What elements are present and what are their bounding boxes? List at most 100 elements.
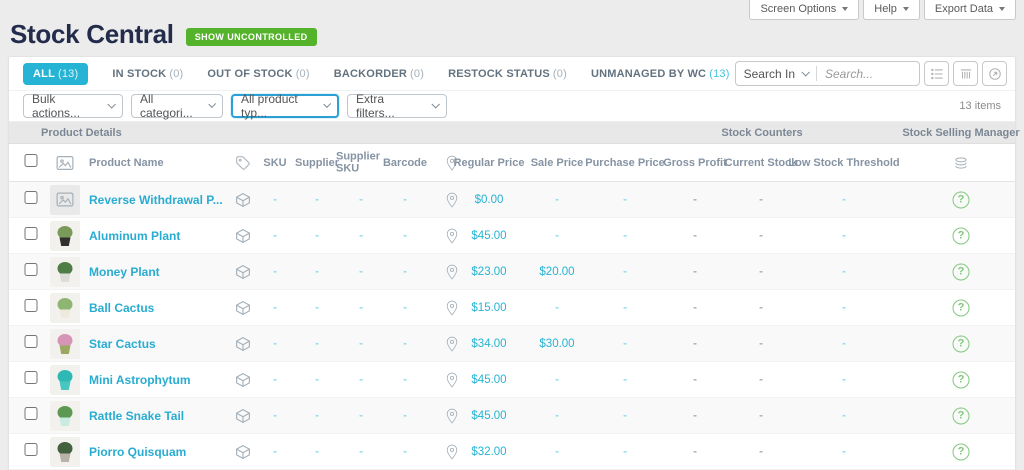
product-thumbnail[interactable] <box>50 437 80 467</box>
screen-options-button[interactable]: Screen Options <box>749 0 859 20</box>
cell-barcode[interactable]: - <box>403 230 407 242</box>
cell-supplier-sku[interactable]: - <box>359 194 363 206</box>
cell-regular-price[interactable]: $45.00 <box>471 230 506 242</box>
cell-current-stock[interactable]: - <box>759 338 763 350</box>
cell-gross-profit[interactable]: - <box>693 266 697 278</box>
location-pin-icon[interactable] <box>446 264 459 280</box>
cell-sale-price[interactable]: - <box>555 302 559 314</box>
cell-regular-price[interactable]: $15.00 <box>471 302 506 314</box>
product-name-link[interactable]: Money Plant <box>89 265 160 279</box>
cell-regular-price[interactable]: $0.00 <box>475 194 504 206</box>
manage-stock-question-icon[interactable]: ? <box>953 371 970 388</box>
cell-gross-profit[interactable]: - <box>693 338 697 350</box>
cell-supplier-sku[interactable]: - <box>359 230 363 242</box>
location-pin-icon[interactable] <box>446 192 459 208</box>
search-in-select[interactable]: Search In <box>736 67 816 81</box>
row-checkbox[interactable] <box>25 227 38 240</box>
cell-current-stock[interactable]: - <box>759 266 763 278</box>
location-pin-icon[interactable] <box>446 336 459 352</box>
cell-sale-price[interactable]: - <box>555 410 559 422</box>
col-supplier-sku[interactable]: Supplier SKU <box>336 150 386 175</box>
cell-current-stock[interactable]: - <box>759 446 763 458</box>
row-checkbox[interactable] <box>25 263 38 276</box>
product-name-link[interactable]: Ball Cactus <box>89 301 154 315</box>
col-product-name[interactable]: Product Name <box>89 157 164 169</box>
cell-low-stock-threshold[interactable]: - <box>842 302 846 314</box>
col-sku[interactable]: SKU <box>263 157 286 169</box>
col-barcode[interactable]: Barcode <box>383 157 427 169</box>
cell-gross-profit[interactable]: - <box>693 374 697 386</box>
tab-all[interactable]: ALL(13) <box>23 63 88 85</box>
col-current-stock[interactable]: Current Stock <box>725 157 798 169</box>
cell-sale-price[interactable]: - <box>555 374 559 386</box>
cell-current-stock[interactable]: - <box>759 374 763 386</box>
cell-supplier[interactable]: - <box>315 338 319 350</box>
cell-gross-profit[interactable]: - <box>693 410 697 422</box>
cell-sku[interactable]: - <box>273 266 277 278</box>
bulk-actions-select[interactable]: Bulk actions... <box>23 94 123 118</box>
col-sale-price[interactable]: Sale Price <box>531 157 584 169</box>
cell-regular-price[interactable]: $45.00 <box>471 410 506 422</box>
cell-regular-price[interactable]: $32.00 <box>471 446 506 458</box>
extra-filters-select[interactable]: Extra filters... <box>347 94 447 118</box>
location-pin-icon[interactable] <box>446 228 459 244</box>
cell-current-stock[interactable]: - <box>759 230 763 242</box>
cell-sku[interactable]: - <box>273 230 277 242</box>
cell-sale-price[interactable]: $20.00 <box>539 266 574 278</box>
cell-supplier-sku[interactable]: - <box>359 446 363 458</box>
col-purchase-price[interactable]: Purchase Price <box>585 157 665 169</box>
cell-sku[interactable]: - <box>273 374 277 386</box>
cell-purchase-price[interactable]: - <box>623 266 627 278</box>
expand-button[interactable] <box>982 61 1007 86</box>
cell-current-stock[interactable]: - <box>759 194 763 206</box>
manage-stock-question-icon[interactable]: ? <box>953 407 970 424</box>
cell-sale-price[interactable]: - <box>555 230 559 242</box>
product-type-select[interactable]: All product typ... <box>231 94 339 118</box>
cell-sku[interactable]: - <box>273 446 277 458</box>
list-view-button[interactable] <box>924 61 949 86</box>
col-supplier[interactable]: Supplier <box>295 157 339 169</box>
tab-restock-status[interactable]: RESTOCK STATUS(0) <box>448 68 567 80</box>
cell-low-stock-threshold[interactable]: - <box>842 194 846 206</box>
cell-barcode[interactable]: - <box>403 266 407 278</box>
row-checkbox[interactable] <box>25 299 38 312</box>
cell-barcode[interactable]: - <box>403 302 407 314</box>
location-pin-icon[interactable] <box>446 372 459 388</box>
cell-barcode[interactable]: - <box>403 374 407 386</box>
manage-stock-question-icon[interactable]: ? <box>953 299 970 316</box>
row-checkbox[interactable] <box>25 335 38 348</box>
product-name-link[interactable]: Star Cactus <box>89 337 156 351</box>
cell-gross-profit[interactable]: - <box>693 302 697 314</box>
cell-supplier-sku[interactable]: - <box>359 374 363 386</box>
col-regular-price[interactable]: Regular Price <box>454 157 525 169</box>
product-thumbnail[interactable] <box>50 293 80 323</box>
cell-supplier[interactable]: - <box>315 374 319 386</box>
col-low-stock-threshold[interactable]: Low Stock Threshold <box>788 157 899 169</box>
row-checkbox[interactable] <box>25 371 38 384</box>
product-thumbnail[interactable] <box>50 401 80 431</box>
cell-supplier[interactable]: - <box>315 230 319 242</box>
cell-regular-price[interactable]: $23.00 <box>471 266 506 278</box>
cell-sku[interactable]: - <box>273 194 277 206</box>
cell-supplier-sku[interactable]: - <box>359 266 363 278</box>
cell-purchase-price[interactable]: - <box>623 446 627 458</box>
row-checkbox[interactable] <box>25 443 38 456</box>
cell-current-stock[interactable]: - <box>759 410 763 422</box>
cell-barcode[interactable]: - <box>403 446 407 458</box>
cell-supplier[interactable]: - <box>315 266 319 278</box>
cell-supplier[interactable]: - <box>315 302 319 314</box>
row-checkbox[interactable] <box>25 191 38 204</box>
manage-stock-question-icon[interactable]: ? <box>953 227 970 244</box>
cell-purchase-price[interactable]: - <box>623 302 627 314</box>
location-pin-icon[interactable] <box>446 300 459 316</box>
cell-purchase-price[interactable]: - <box>623 194 627 206</box>
product-name-link[interactable]: Reverse Withdrawal P... <box>89 193 223 207</box>
cell-sku[interactable]: - <box>273 338 277 350</box>
column-groups-button[interactable] <box>953 61 978 86</box>
tab-backorder[interactable]: BACKORDER(0) <box>334 68 424 80</box>
row-checkbox[interactable] <box>25 407 38 420</box>
cell-purchase-price[interactable]: - <box>623 410 627 422</box>
show-uncontrolled-button[interactable]: SHOW UNCONTROLLED <box>186 28 317 46</box>
cell-low-stock-threshold[interactable]: - <box>842 266 846 278</box>
product-name-link[interactable]: Aluminum Plant <box>89 229 180 243</box>
